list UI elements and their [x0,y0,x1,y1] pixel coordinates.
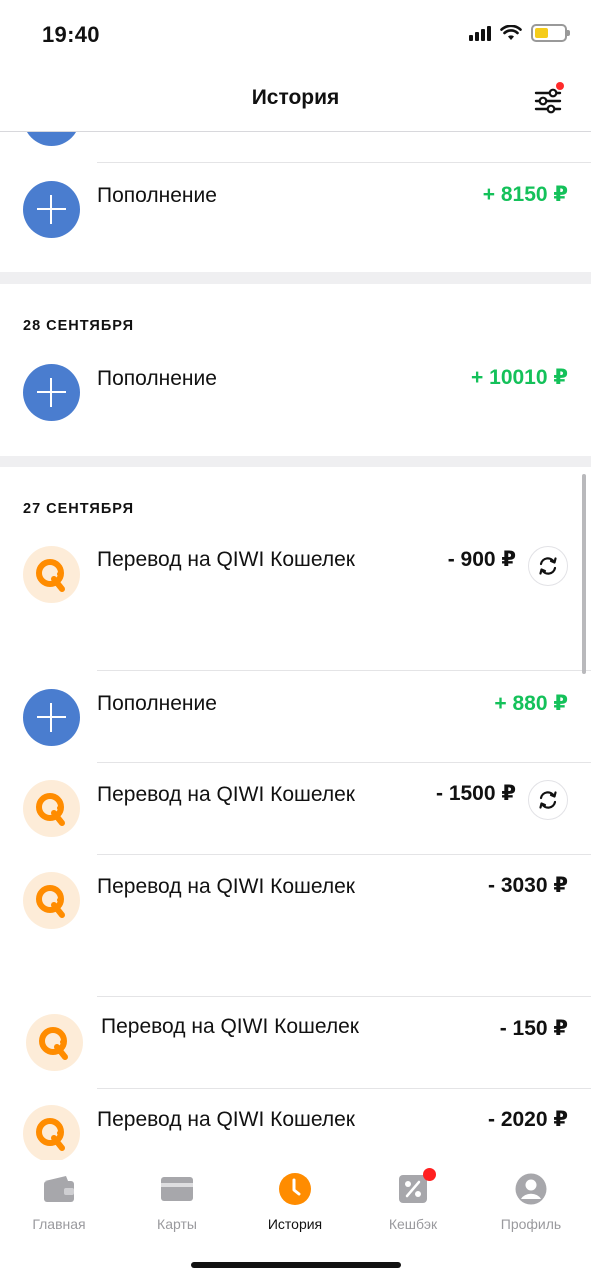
tab-history[interactable]: История [236,1172,354,1232]
topup-icon [23,689,80,746]
cellular-signal-icon [469,25,491,41]
refresh-icon [539,557,557,575]
row-divider [97,854,591,855]
row-divider [97,996,591,997]
row-divider [97,762,591,763]
qiwi-logo-icon [23,780,80,837]
status-time: 19:40 [42,22,100,47]
filter-active-dot [556,82,564,90]
profile-icon [514,1172,548,1206]
row-divider [97,162,591,163]
clock-icon [278,1172,312,1206]
transaction-title: Перевод на QIWI Кошелек [97,1108,355,1131]
tab-home[interactable]: Главная [0,1172,118,1232]
transaction-amount: - 3030 ₽ [488,874,568,897]
wallet-icon [42,1172,76,1206]
history-group: Пополнение + 8150 ₽ [0,132,591,272]
row-divider [97,670,591,671]
transaction-title: Перевод на QIWI Кошелек [97,875,355,898]
repeat-payment-button[interactable] [528,546,568,586]
row-divider [97,1088,591,1089]
refresh-icon [539,791,557,809]
transaction-amount: - 2020 ₽ [488,1108,568,1131]
qiwi-logo-icon [23,546,80,603]
topup-icon [23,181,80,238]
tab-label: История [267,1216,323,1232]
transaction-title: Пополнение [97,367,217,390]
topup-icon [23,132,80,146]
transaction-title: Пополнение [97,184,217,207]
tab-label: Карты [157,1216,197,1232]
transaction-amount: + 880 ₽ [494,692,568,715]
tab-profile[interactable]: Профиль [472,1172,590,1232]
qiwi-logo-icon [23,872,80,929]
scroll-indicator[interactable] [582,474,586,674]
qiwi-logo-icon [26,1014,83,1071]
date-header: 28 СЕНТЯБРЯ [23,318,135,334]
filter-sliders-icon [534,88,562,114]
history-group: 27 СЕНТЯБРЯ Перевод на QIWI Кошелек - 90… [0,467,591,1160]
navigation-bar: История [0,70,591,132]
date-header: 27 СЕНТЯБРЯ [23,501,135,517]
transaction-amount: + 8150 ₽ [482,183,568,206]
filter-button[interactable] [531,82,565,116]
home-indicator[interactable] [191,1262,401,1268]
tab-cashback[interactable]: Кешбэк [354,1168,472,1232]
card-icon [160,1172,194,1206]
tab-label: Профиль [500,1216,562,1232]
wifi-icon [500,25,522,40]
notification-badge [423,1168,436,1181]
transaction-amount: - 1500 ₽ [436,782,516,805]
status-bar: 19:40 [0,0,591,70]
transaction-amount: - 150 ₽ [499,1017,568,1040]
transaction-title: Перевод на QIWI Кошелек [101,1015,359,1038]
topup-icon [23,364,80,421]
percent-icon [396,1168,436,1206]
transaction-title: Перевод на QIWI Кошелек [97,783,355,806]
tab-cards[interactable]: Карты [118,1172,236,1232]
tab-label: Главная [32,1216,86,1232]
status-icons [469,24,570,42]
history-group: 28 СЕНТЯБРЯ Пополнение + 10010 ₽ [0,284,591,456]
page-title: История [251,86,340,109]
tab-label: Кешбэк [388,1216,438,1232]
history-list[interactable]: Пополнение + 8150 ₽ 28 СЕНТЯБРЯ Пополнен… [0,132,591,1160]
transaction-amount: + 10010 ₽ [471,366,568,389]
repeat-payment-button[interactable] [528,780,568,820]
transaction-amount: - 900 ₽ [447,548,516,571]
transaction-title: Перевод на QIWI Кошелек [97,548,355,571]
qiwi-logo-icon [23,1105,80,1160]
tab-bar: Главная Карты История Кешбэк Профиль [0,1160,591,1280]
transaction-title: Пополнение [97,692,217,715]
battery-icon [531,24,570,42]
